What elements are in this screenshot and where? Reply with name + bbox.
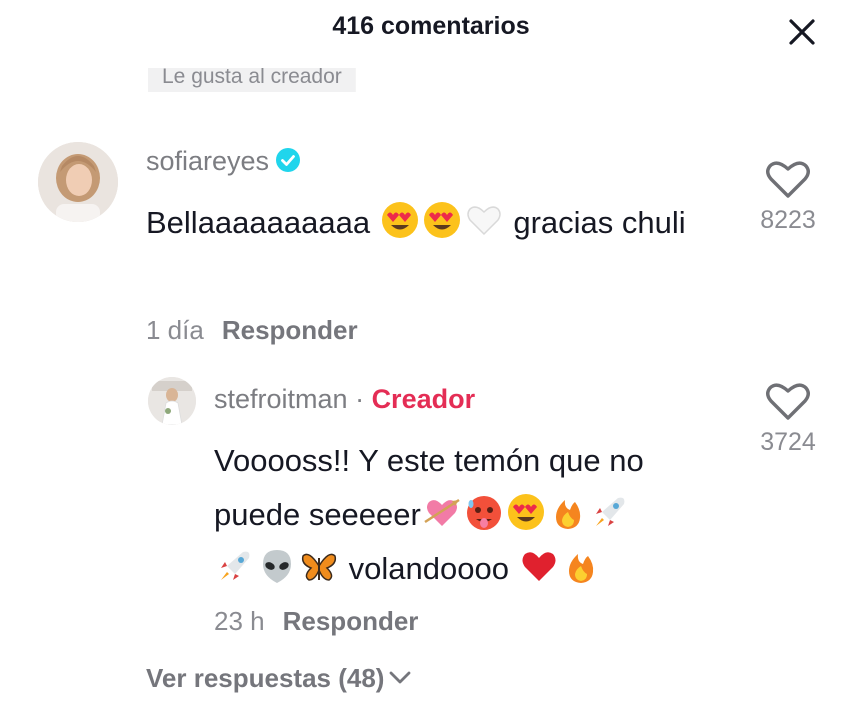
heart-with-arrow-emoji bbox=[424, 498, 460, 526]
view-replies-button[interactable]: Ver respuestas (48) bbox=[146, 663, 412, 694]
like-button[interactable]: 8223 bbox=[743, 158, 833, 235]
comment-time: 1 día bbox=[146, 315, 204, 345]
rocket-emoji bbox=[221, 551, 250, 580]
comment-meta: 1 día Responder bbox=[146, 315, 358, 346]
reply-button[interactable]: Responder bbox=[222, 315, 358, 345]
heart-eyes-emoji bbox=[507, 494, 544, 530]
like-button[interactable]: 3724 bbox=[743, 380, 833, 457]
reply-button[interactable]: Responder bbox=[283, 606, 419, 636]
heart-outline-icon[interactable] bbox=[765, 158, 811, 200]
reply-text: Vooooss!! Y este temón que no puede seee… bbox=[214, 434, 714, 596]
fire-emoji bbox=[568, 554, 593, 583]
comment-username[interactable]: sofiareyes bbox=[146, 146, 301, 177]
white-heart-emoji bbox=[466, 206, 501, 236]
close-button[interactable] bbox=[782, 12, 822, 52]
like-count: 3724 bbox=[760, 428, 816, 456]
comment-text: Bellaaaaaaaaaa gracias chuli bbox=[146, 196, 706, 250]
verified-badge-icon bbox=[276, 148, 301, 172]
reply-time: 23 h bbox=[214, 606, 265, 636]
fire-emoji bbox=[555, 500, 580, 529]
red-heart-emoji bbox=[522, 552, 556, 581]
reply-username[interactable]: stefroitman · Creador bbox=[214, 384, 475, 415]
heart-outline-icon[interactable] bbox=[765, 380, 811, 422]
alien-emoji bbox=[263, 550, 291, 583]
comment-text-part: Bellaaaaaaaaaa bbox=[146, 205, 371, 240]
reply-text-part: volandoooo bbox=[348, 551, 509, 586]
reply-meta: 23 h Responder bbox=[214, 606, 418, 637]
butterfly-emoji bbox=[301, 553, 337, 581]
username-text[interactable]: stefroitman bbox=[214, 384, 348, 414]
comment-text-part: gracias chuli bbox=[513, 205, 686, 240]
chevron-down-icon bbox=[390, 671, 411, 684]
avatar[interactable] bbox=[148, 377, 196, 425]
close-icon bbox=[789, 19, 815, 45]
heart-eyes-emoji bbox=[423, 202, 460, 238]
like-count: 8223 bbox=[760, 206, 816, 234]
liked-by-creator-badge: Le gusta al creador bbox=[148, 68, 356, 92]
heart-eyes-emoji bbox=[381, 202, 418, 238]
comments-header: 416 comentarios bbox=[0, 0, 862, 62]
rocket-emoji bbox=[595, 497, 625, 526]
avatar[interactable] bbox=[38, 142, 118, 222]
creator-label: Creador bbox=[371, 384, 476, 414]
username-text[interactable]: sofiareyes bbox=[146, 146, 269, 176]
separator-dot: · bbox=[347, 384, 372, 414]
view-replies-label[interactable]: Ver respuestas (48) bbox=[146, 663, 384, 693]
comments-count-title: 416 comentarios bbox=[332, 12, 530, 40]
hot-face-emoji bbox=[466, 496, 501, 530]
